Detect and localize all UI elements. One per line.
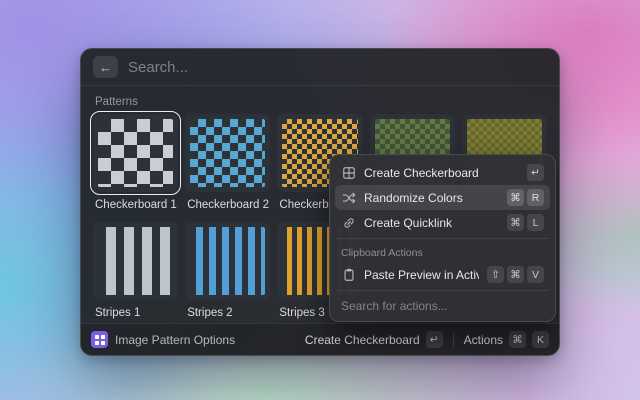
menu-item-label: Randomize Colors xyxy=(364,191,463,205)
v-key-badge: V xyxy=(527,266,544,283)
shuffle-icon xyxy=(341,191,356,205)
cmd-key-badge: ⌘ xyxy=(509,331,526,348)
menu-item-label: Paste Preview in Active App xyxy=(364,268,479,282)
checkerboard-icon xyxy=(341,166,356,180)
primary-action-button[interactable]: Create Checkerboard xyxy=(305,333,420,347)
footer-divider xyxy=(453,333,454,347)
menu-item-create-quicklink[interactable]: Create Quicklink ⌘ L xyxy=(335,210,550,235)
pattern-label: Stripes 1 xyxy=(95,307,178,320)
back-button[interactable]: ← xyxy=(93,56,118,78)
actions-button[interactable]: Actions xyxy=(464,333,503,347)
shortcut-keys: ⇧ ⌘ V xyxy=(487,266,544,283)
launcher-window: ← Search... Patterns Checkerboard 1 Chec… xyxy=(80,48,560,356)
pattern-cell: Stripes 1 xyxy=(93,222,178,330)
pattern-tile-checkerboard-2[interactable] xyxy=(185,114,270,192)
pattern-label: Stripes 2 xyxy=(187,307,270,320)
pattern-tile-stripes-1[interactable] xyxy=(93,222,178,300)
clipboard-icon xyxy=(341,268,356,282)
cmd-key-badge: ⌘ xyxy=(507,189,524,206)
back-arrow-icon: ← xyxy=(99,60,112,75)
menu-item-label: Create Checkerboard xyxy=(364,166,479,180)
pattern-cell: Checkerboard 2 xyxy=(185,114,270,222)
cmd-key-badge: ⌘ xyxy=(507,266,524,283)
footer-actions: Create Checkerboard ↵ Actions ⌘ K xyxy=(305,331,549,348)
stripes-1-preview xyxy=(98,227,173,295)
pattern-cell: Stripes 2 xyxy=(185,222,270,330)
menu-divider xyxy=(336,290,549,291)
cmd-key-badge: ⌘ xyxy=(507,214,524,231)
pattern-label: Checkerboard 1 xyxy=(95,199,178,212)
actions-menu: Create Checkerboard ↵ Randomize Colors ⌘… xyxy=(329,154,556,322)
r-key-badge: R xyxy=(527,189,544,206)
pattern-tile-stripes-2[interactable] xyxy=(185,222,270,300)
k-key-badge: K xyxy=(532,331,549,348)
section-label-patterns: Patterns xyxy=(95,96,547,108)
extension-icon xyxy=(91,331,108,348)
l-key-badge: L xyxy=(527,214,544,231)
menu-item-create-checkerboard[interactable]: Create Checkerboard ↵ xyxy=(335,160,550,185)
menu-section-clipboard-actions: Clipboard Actions xyxy=(335,242,550,262)
search-input[interactable]: Search... xyxy=(128,59,188,76)
pattern-tile-checkerboard-1[interactable] xyxy=(93,114,178,192)
checkerboard-2-preview xyxy=(190,119,265,187)
menu-item-randomize-colors[interactable]: Randomize Colors ⌘ R xyxy=(335,185,550,210)
shift-key-badge: ⇧ xyxy=(487,266,504,283)
checkerboard-1-preview xyxy=(98,119,173,187)
return-key-badge: ↵ xyxy=(527,164,544,181)
menu-item-paste-preview[interactable]: Paste Preview in Active App ⇧ ⌘ V xyxy=(335,262,550,287)
actions-search-input[interactable]: Search for actions... xyxy=(335,294,550,316)
shortcut-keys: ⌘ R xyxy=(507,189,544,206)
pattern-cell: Checkerboard 1 xyxy=(93,114,178,222)
menu-divider xyxy=(336,238,549,239)
return-key-badge: ↵ xyxy=(426,331,443,348)
link-icon xyxy=(341,216,356,230)
menu-item-label: Create Quicklink xyxy=(364,216,452,230)
search-header: ← Search... xyxy=(81,49,559,86)
status-bar: Image Pattern Options Create Checkerboar… xyxy=(81,323,559,355)
shortcut-keys: ↵ xyxy=(527,164,544,181)
pattern-label: Checkerboard 2 xyxy=(187,199,270,212)
desktop-background: ← Search... Patterns Checkerboard 1 Chec… xyxy=(0,0,640,400)
extension-name: Image Pattern Options xyxy=(115,333,235,347)
stripes-2-preview xyxy=(190,227,265,295)
shortcut-keys: ⌘ L xyxy=(507,214,544,231)
